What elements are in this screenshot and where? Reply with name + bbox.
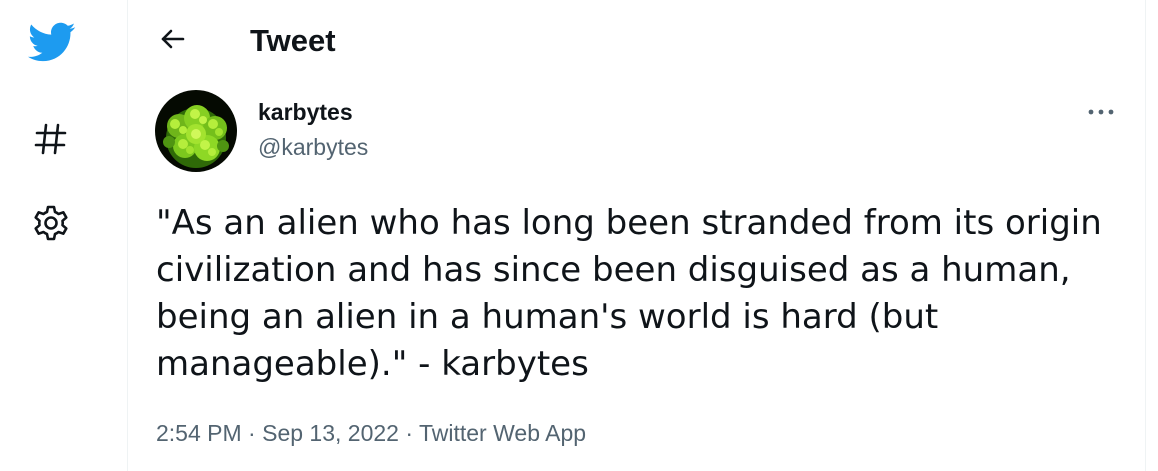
tweet-source[interactable]: Twitter Web App <box>419 420 586 446</box>
avatar[interactable] <box>155 90 237 172</box>
arrow-left-icon <box>159 25 187 58</box>
main-column: Tweet karbytes @karbytes "As an alien wh… <box>127 0 1146 471</box>
twitter-logo-button[interactable] <box>22 13 80 71</box>
meta-separator: · <box>398 420 419 446</box>
tweet-time[interactable]: 2:54 PM <box>156 420 242 446</box>
tweet-text: "As an alien who has long been stranded … <box>156 203 1113 384</box>
app-window: Tweet karbytes @karbytes "As an alien wh… <box>0 0 1158 471</box>
gear-icon <box>31 203 71 243</box>
explore-button[interactable] <box>22 110 80 168</box>
author-handle[interactable]: @karbytes <box>258 133 368 161</box>
left-navigation <box>0 0 127 471</box>
tweet-metadata: 2:54 PM · Sep 13, 2022 · Twitter Web App <box>156 418 586 448</box>
tweet-date[interactable]: Sep 13, 2022 <box>262 420 399 446</box>
meta-separator: · <box>241 420 263 446</box>
page-title: Tweet <box>250 23 336 58</box>
more-options-button[interactable] <box>1082 96 1120 128</box>
page-header: Tweet <box>128 0 1145 83</box>
hashtag-icon <box>32 120 70 158</box>
settings-button[interactable] <box>22 194 80 252</box>
author-name[interactable]: karbytes <box>258 98 353 126</box>
ellipsis-icon <box>1087 103 1115 121</box>
twitter-bird-icon <box>26 21 76 63</box>
back-button[interactable] <box>154 22 192 60</box>
romanesco-broccoli-avatar <box>155 90 237 172</box>
